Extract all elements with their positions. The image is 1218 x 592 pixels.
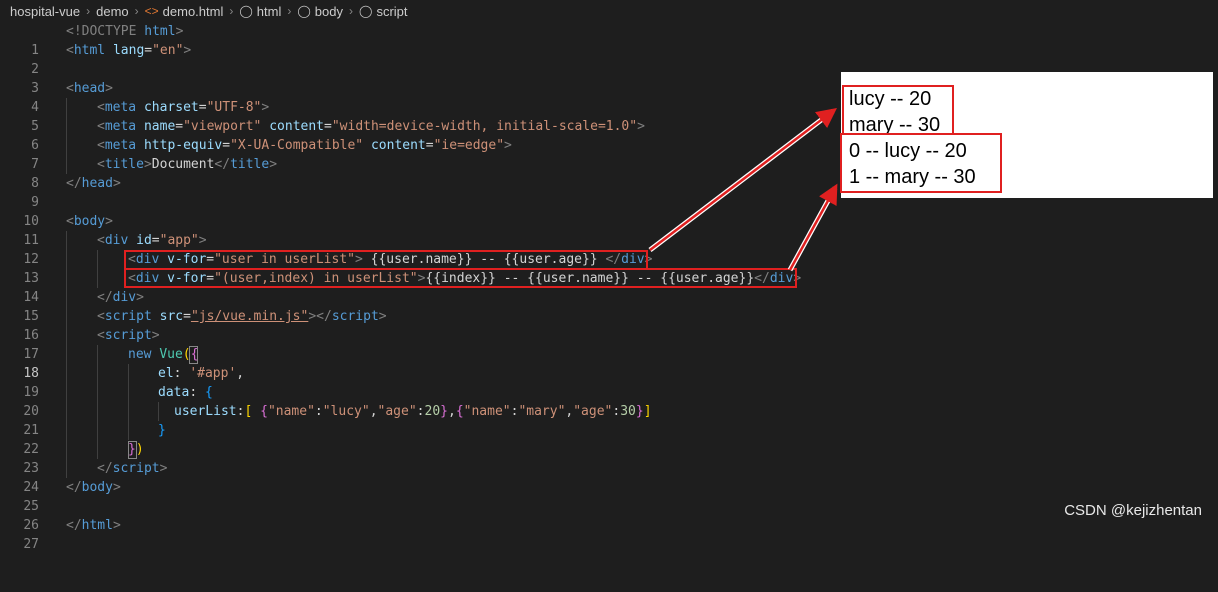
watermark: CSDN @kejizhentan <box>1064 502 1202 519</box>
line-number: 27 <box>23 537 39 552</box>
arrow-line-14-to-output <box>787 183 838 272</box>
annotation-arrows <box>648 107 838 272</box>
arrow-line-13-to-output <box>648 107 837 252</box>
